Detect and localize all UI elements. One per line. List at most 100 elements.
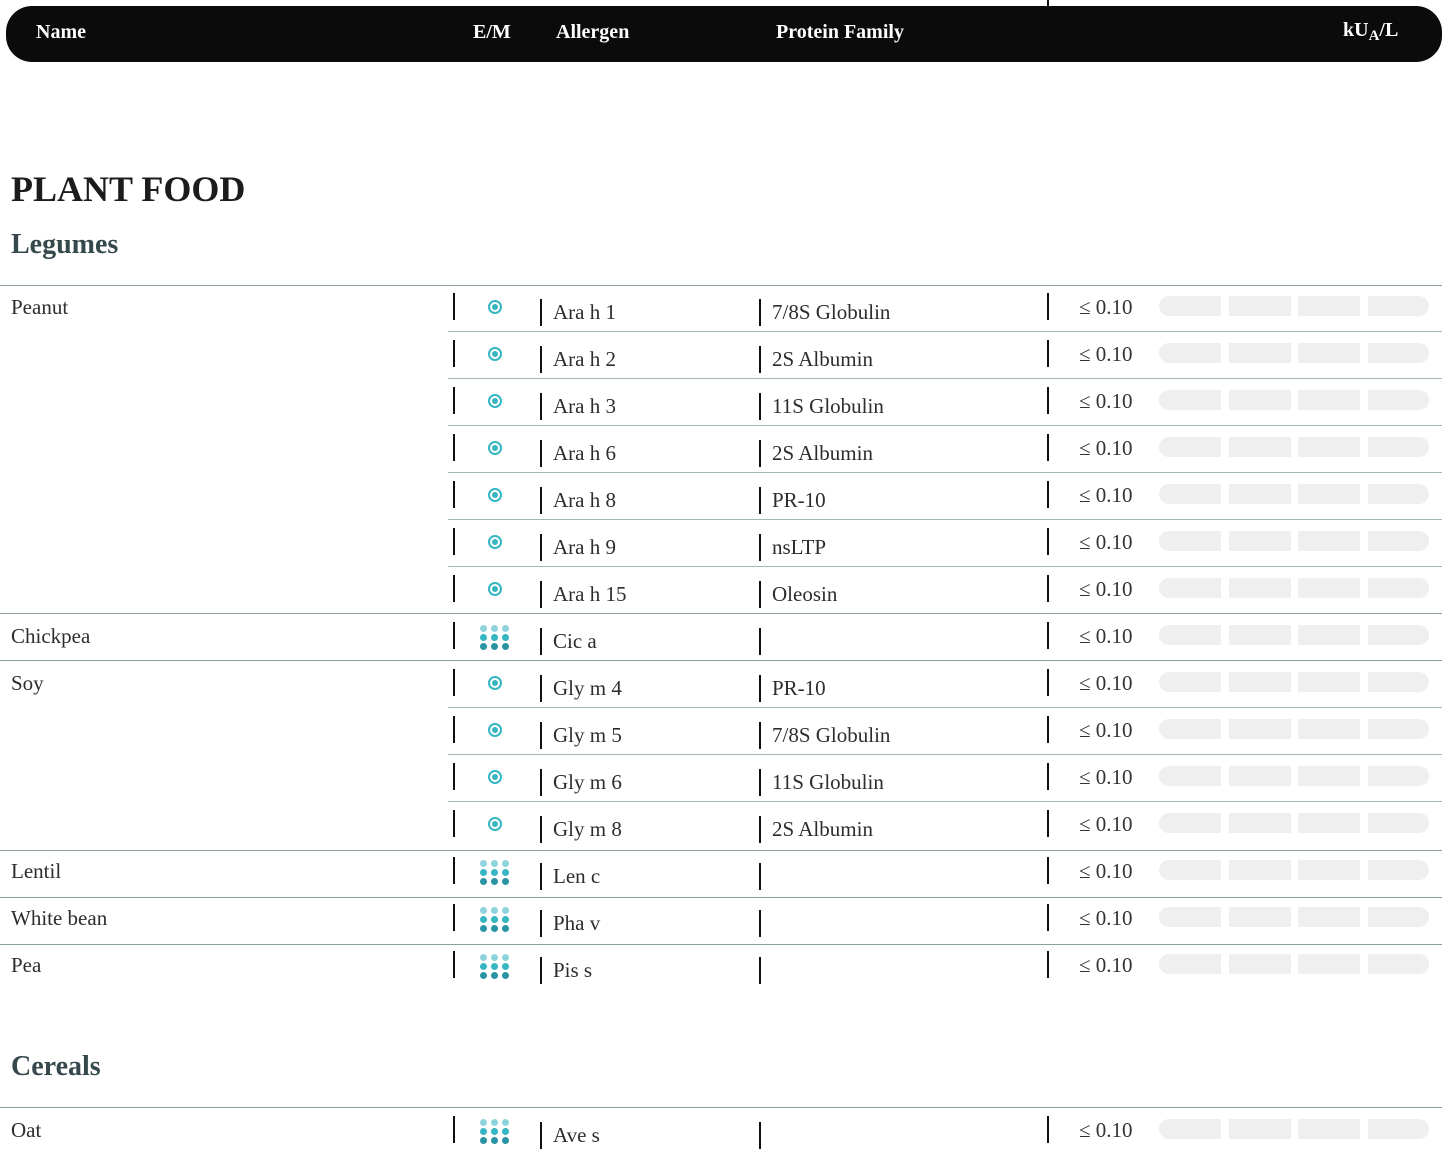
protein-family: 7/8S Globulin xyxy=(772,300,891,324)
protein-family: 11S Globulin xyxy=(772,394,884,418)
column-divider xyxy=(1047,387,1049,414)
row-name: Oat xyxy=(11,1118,42,1142)
table-row: Ara h 6 2S Albumin ≤ 0.10 xyxy=(0,433,1442,477)
allergen-code: Pha v xyxy=(553,911,601,935)
protein-family: PR-10 xyxy=(772,676,826,700)
column-divider xyxy=(540,722,542,749)
allergen-code: Gly m 4 xyxy=(553,676,622,700)
column-divider xyxy=(453,434,455,461)
result-value: ≤ 0.10 xyxy=(1079,1118,1133,1142)
column-divider xyxy=(540,769,542,796)
icon-dot xyxy=(502,634,509,641)
column-divider xyxy=(759,628,761,655)
column-divider xyxy=(540,910,542,937)
scale-segment xyxy=(1368,437,1429,457)
icon-dot xyxy=(502,1128,509,1135)
row-name: Peanut xyxy=(11,295,69,319)
row-name: Soy xyxy=(11,671,44,695)
scale-segment xyxy=(1159,672,1221,692)
result-value: ≤ 0.10 xyxy=(1079,671,1133,695)
allergen-code: Ara h 2 xyxy=(553,347,616,371)
table-row: Soy Gly m 4 PR-10 ≤ 0.10 xyxy=(0,668,1442,712)
table-header-bar: Name E/M Allergen Protein Family kUA/L xyxy=(6,6,1442,62)
extract-target-icon xyxy=(488,582,502,596)
allergen-code: Pis s xyxy=(553,958,593,982)
scale-segment xyxy=(1368,531,1429,551)
scale-segment xyxy=(1298,578,1360,598)
scale-segment xyxy=(1159,390,1221,410)
icon-dot xyxy=(480,1119,487,1126)
scale-segment xyxy=(1229,1119,1291,1139)
column-divider xyxy=(759,581,761,608)
row-name: Pea xyxy=(11,953,42,977)
column-divider xyxy=(453,904,455,931)
column-divider xyxy=(1047,434,1049,461)
result-value: ≤ 0.10 xyxy=(1079,765,1133,789)
scale-segment xyxy=(1229,390,1291,410)
result-value: ≤ 0.10 xyxy=(1079,295,1133,319)
result-scale-bar xyxy=(1159,672,1429,692)
subsection-title-cereals: Cereals xyxy=(11,1051,101,1082)
table-row: Ara h 2 2S Albumin ≤ 0.10 xyxy=(0,339,1442,383)
allergen-code: Ara h 15 xyxy=(553,582,627,606)
table-row: Peanut Ara h 1 7/8S Globulin ≤ 0.10 xyxy=(0,292,1442,336)
result-scale-bar xyxy=(1159,954,1429,974)
icon-dot xyxy=(491,869,498,876)
icon-dot xyxy=(502,907,509,914)
icon-dot xyxy=(491,1137,498,1144)
icon-dot xyxy=(491,860,498,867)
icon-dot xyxy=(480,907,487,914)
scale-segment xyxy=(1229,907,1291,927)
molecular-dot-grid-icon xyxy=(480,1119,514,1149)
column-header-name: Name xyxy=(36,21,86,43)
column-divider xyxy=(1047,951,1049,978)
result-value: ≤ 0.10 xyxy=(1079,624,1133,648)
scale-segment xyxy=(1298,907,1360,927)
scale-segment xyxy=(1298,766,1360,786)
column-divider xyxy=(540,675,542,702)
column-divider xyxy=(540,957,542,984)
icon-dot xyxy=(491,625,498,632)
scale-segment xyxy=(1368,625,1429,645)
column-divider xyxy=(453,763,455,790)
icon-dot xyxy=(502,1119,509,1126)
icon-dot xyxy=(502,643,509,650)
icon-dot xyxy=(491,925,498,932)
table-row: White bean Pha v ≤ 0.10 xyxy=(0,903,1442,947)
extract-target-icon xyxy=(488,300,502,314)
column-divider xyxy=(759,1122,761,1149)
column-divider xyxy=(1047,763,1049,790)
scale-segment xyxy=(1159,954,1221,974)
result-scale-bar xyxy=(1159,578,1429,598)
column-divider xyxy=(1047,340,1049,367)
scale-segment xyxy=(1298,343,1360,363)
icon-dot xyxy=(480,634,487,641)
result-scale-bar xyxy=(1159,907,1429,927)
allergen-code: Ara h 9 xyxy=(553,535,616,559)
column-divider xyxy=(1047,857,1049,884)
icon-dot xyxy=(480,878,487,885)
column-divider xyxy=(1047,481,1049,508)
icon-dot xyxy=(480,972,487,979)
icon-dot xyxy=(502,869,509,876)
extract-target-icon xyxy=(488,770,502,784)
scale-segment xyxy=(1229,437,1291,457)
scale-segment xyxy=(1298,1119,1360,1139)
protein-family: PR-10 xyxy=(772,488,826,512)
scale-segment xyxy=(1159,343,1221,363)
allergen-code: Ave s xyxy=(553,1123,600,1147)
column-divider xyxy=(759,487,761,514)
scale-segment xyxy=(1298,813,1360,833)
column-divider xyxy=(453,575,455,602)
extract-target-icon xyxy=(488,817,502,831)
section-title: PLANT FOOD xyxy=(11,169,246,209)
scale-segment xyxy=(1159,484,1221,504)
protein-family: 11S Globulin xyxy=(772,770,884,794)
column-header-allergen: Allergen xyxy=(556,21,630,43)
icon-dot xyxy=(502,625,509,632)
protein-family: 7/8S Globulin xyxy=(772,723,891,747)
molecular-dot-grid-icon xyxy=(480,907,514,937)
row-name: White bean xyxy=(11,906,108,930)
result-value: ≤ 0.10 xyxy=(1079,577,1133,601)
column-divider xyxy=(759,440,761,467)
